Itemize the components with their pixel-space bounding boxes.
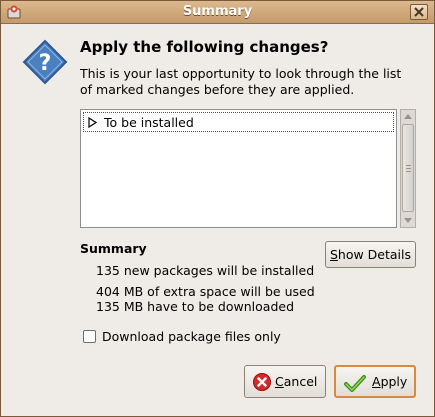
cancel-button[interactable]: Cancel: [244, 365, 326, 398]
apply-button[interactable]: Apply: [334, 365, 416, 398]
checkmark-icon: [344, 375, 366, 392]
download-size-text: 135 MB have to be downloaded: [96, 299, 294, 314]
cancel-label: ancel: [283, 374, 318, 389]
svg-text:?: ?: [39, 51, 52, 76]
tree-row-to-be-installed[interactable]: To be installed: [83, 112, 394, 132]
tree-row-label: To be installed: [104, 115, 194, 130]
summary-heading: Summary: [80, 241, 147, 256]
cancel-mnemonic: C: [275, 374, 284, 389]
apply-label: pply: [380, 374, 408, 389]
window-title: Summary: [182, 4, 253, 19]
thumb-grip-line: [406, 165, 411, 166]
expander-arrow-icon[interactable]: [88, 117, 97, 128]
scrollbar-thumb[interactable]: [402, 124, 414, 212]
show-details-label: how Details: [337, 247, 412, 262]
show-details-mnemonic: S: [329, 247, 338, 262]
extra-space-text: 404 MB of extra space will be used: [96, 284, 315, 299]
summary-dialog: Summary ? Apply the following changes? T…: [0, 0, 435, 417]
question-icon: ?: [22, 39, 68, 85]
new-packages-text: 135 new packages will be installed: [96, 263, 315, 278]
thumb-grip-line: [406, 171, 411, 172]
show-details-button[interactable]: Show Details: [325, 241, 416, 268]
download-only-checkbox[interactable]: [83, 330, 96, 343]
download-only-label: Download package files only: [102, 329, 281, 344]
dialog-heading: Apply the following changes?: [80, 38, 329, 56]
close-button[interactable]: [410, 4, 428, 20]
close-icon: [414, 7, 424, 17]
cancel-icon: [253, 373, 271, 391]
vertical-scrollbar[interactable]: [400, 109, 416, 228]
apply-mnemonic: A: [372, 374, 381, 389]
scroll-up-arrow-icon[interactable]: [404, 113, 412, 119]
changes-tree[interactable]: To be installed: [80, 109, 397, 228]
scroll-down-arrow-icon[interactable]: [404, 218, 412, 224]
dialog-subtext: This is your last opportunity to look th…: [80, 66, 402, 97]
title-bar[interactable]: Summary: [1, 1, 434, 24]
thumb-grip-line: [406, 168, 411, 169]
